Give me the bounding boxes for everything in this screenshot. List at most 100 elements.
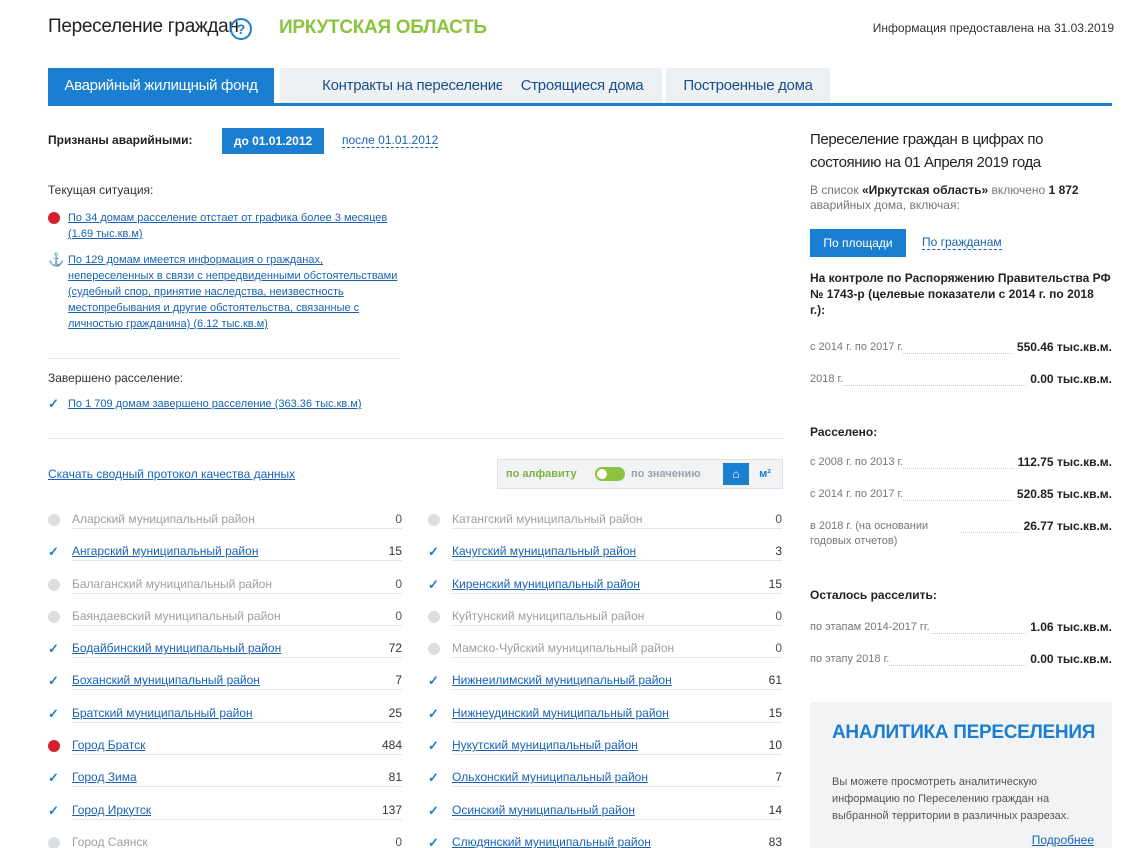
district-row[interactable]: ✓ Ольхонский муниципальный район 7 [428, 766, 782, 798]
district-name: Город Саянск [72, 834, 148, 848]
district-name[interactable]: Нижнеудинский муниципальный район [452, 706, 669, 720]
sort-value-label[interactable]: по значению [631, 468, 701, 480]
grey-dot-icon [428, 610, 440, 623]
by-area-button[interactable]: По площади [810, 229, 906, 257]
district-value: 25 [388, 705, 402, 720]
question-circle-icon[interactable]: ? [230, 18, 252, 40]
district-row[interactable]: ✓ Нижнеилимский муниципальный район 61 [428, 669, 782, 701]
district-value: 10 [768, 738, 782, 753]
district-value: 14 [768, 802, 782, 817]
status-completed[interactable]: ✓ По 1 709 домам завершено расселение (3… [48, 396, 398, 412]
check-icon: ✓ [48, 770, 59, 786]
stat-label: с 2008 г. по 2013 г. [810, 455, 904, 470]
sort-toggle[interactable] [595, 467, 625, 481]
district-row[interactable]: ✓ Нукутский муниципальный район 10 [428, 734, 782, 766]
tab-emergency-housing[interactable]: Аварийный жилищный фонд [48, 68, 274, 103]
stat-label: по этапу 2018 г. [810, 652, 890, 667]
district-value: 15 [388, 544, 402, 559]
after-2012-link[interactable]: после 01.01.2012 [342, 133, 439, 148]
resettled-title: Расселено: [810, 425, 878, 439]
district-list-right: Катангский муниципальный район 0 ✓ Качугски… [428, 508, 782, 848]
divider [48, 438, 784, 439]
status-lagging[interactable]: По 34 домам расселение отстает от график… [48, 210, 398, 242]
grey-dot-icon [48, 836, 60, 848]
status-unresettled[interactable]: ⚓ По 129 домам имеется информация о граж… [48, 252, 398, 332]
district-name[interactable]: Нукутский муниципальный район [452, 738, 638, 752]
completed-label: Завершено расселение: [48, 371, 184, 385]
grey-dot-icon [48, 578, 60, 591]
district-name[interactable]: Боханский муниципальный район [72, 673, 260, 687]
district-name[interactable]: Осинский муниципальный район [452, 803, 635, 817]
district-name[interactable]: Братский муниципальный район [72, 706, 253, 720]
district-row[interactable]: ✓ Город Зима 81 [48, 766, 402, 798]
district-row: Мамско-Чуйский муниципальный район 0 [428, 637, 782, 669]
info-date: Информация предоставлена на 31.03.2019 [872, 21, 1114, 35]
district-name: Куйтунский муниципальный район [452, 608, 645, 623]
stat-row: по этапу 2018 г. 0.00 тыс.кв.м. [810, 652, 1112, 672]
district-row[interactable]: ✓ Боханский муниципальный район 7 [48, 669, 402, 701]
district-name[interactable]: Качугский муниципальный район [452, 544, 636, 558]
district-name[interactable]: Слюдянский муниципальный район [452, 835, 651, 848]
district-value: 484 [381, 738, 402, 753]
stat-row: с 2008 г. по 2013 г. 112.75 тыс.кв.м. [810, 455, 1112, 475]
district-name: Катангский муниципальный район [452, 512, 643, 526]
district-value: 7 [775, 770, 782, 785]
analytics-more-link[interactable]: Подробнее [1032, 833, 1094, 847]
home-icon[interactable]: ⌂ [723, 463, 749, 485]
check-icon: ✓ [48, 673, 59, 689]
district-row[interactable]: Город Братск 484 [48, 734, 402, 766]
anchor-icon: ⚓ [48, 252, 65, 267]
sort-alphabet-label[interactable]: по алфавиту [506, 468, 577, 480]
district-name[interactable]: Киренский муниципальный район [452, 577, 640, 591]
district-name[interactable]: Бодайбинский муниципальный район [72, 641, 281, 655]
status-unresettled-text[interactable]: По 129 домам имеется информация о гражда… [68, 252, 398, 332]
district-name[interactable]: Город Зима [72, 770, 137, 784]
district-value: 0 [395, 834, 402, 848]
check-icon: ✓ [428, 576, 439, 592]
district-name[interactable]: Ангарский муниципальный район [72, 544, 258, 558]
check-icon: ✓ [48, 802, 59, 818]
grey-dot-icon [48, 514, 60, 526]
district-row[interactable]: ✓ Город Иркутск 137 [48, 799, 402, 831]
sort-controls: по алфавиту по значению ⌂ м² [497, 459, 783, 489]
square-meters-button[interactable]: м² [751, 463, 779, 485]
district-name[interactable]: Ольхонский муниципальный район [452, 770, 648, 784]
download-quality-protocol-link[interactable]: Скачать сводный протокол качества данных [48, 467, 295, 481]
stat-label: 2018 г. [810, 372, 844, 387]
tab-built-houses[interactable]: Построенные дома [666, 68, 830, 103]
check-icon: ✓ [428, 834, 439, 848]
district-row[interactable]: ✓ Братский муниципальный район 25 [48, 702, 402, 734]
stat-value: 112.75 тыс.кв.м. [1013, 455, 1112, 469]
district-row[interactable]: ✓ Нижнеудинский муниципальный район 15 [428, 702, 782, 734]
district-row[interactable]: ✓ Ангарский муниципальный район 15 [48, 540, 402, 572]
red-dot-icon [48, 740, 60, 753]
check-icon: ✓ [428, 705, 439, 721]
status-completed-text[interactable]: По 1 709 домам завершено расселение (363… [68, 396, 398, 412]
status-lagging-text[interactable]: По 34 домам расселение отстает от график… [68, 210, 398, 242]
before-2012-button[interactable]: до 01.01.2012 [222, 128, 324, 154]
check-icon: ✓ [428, 770, 439, 786]
tab-houses-under-construction[interactable]: Строящиеся дома [502, 68, 662, 103]
district-row[interactable]: ✓ Бодайбинский муниципальный район 72 [48, 637, 402, 669]
grey-dot-icon [48, 610, 60, 623]
district-name[interactable]: Нижнеилимский муниципальный район [452, 673, 672, 687]
district-row[interactable]: ✓ Качугский муниципальный район 3 [428, 540, 782, 572]
check-icon: ✓ [48, 705, 59, 721]
stat-value: 1.06 тыс.кв.м. [1026, 620, 1112, 634]
by-citizens-link[interactable]: По гражданам [922, 235, 1002, 250]
district-name[interactable]: Город Иркутск [72, 803, 151, 817]
stats-intro: В список «Иркутская область» включено 1 … [810, 183, 1112, 213]
district-row[interactable]: ✓ Киренский муниципальный район 15 [428, 573, 782, 605]
stat-row: в 2018 г. (на основании годовых отчетов)… [810, 519, 1112, 553]
district-row: Город Саянск 0 [48, 831, 402, 848]
current-situation-label: Текущая ситуация: [48, 183, 154, 197]
district-row: Куйтунский муниципальный район 0 [428, 605, 782, 637]
check-icon: ✓ [428, 544, 439, 560]
district-row[interactable]: ✓ Осинский муниципальный район 14 [428, 799, 782, 831]
intro-text: включено [988, 183, 1049, 197]
district-name[interactable]: Город Братск [72, 738, 145, 752]
check-icon: ✓ [48, 641, 59, 657]
intro-text: аварийных дома, включая: [810, 198, 960, 212]
district-value: 61 [768, 673, 782, 688]
district-row[interactable]: ✓ Слюдянский муниципальный район 83 [428, 831, 782, 848]
